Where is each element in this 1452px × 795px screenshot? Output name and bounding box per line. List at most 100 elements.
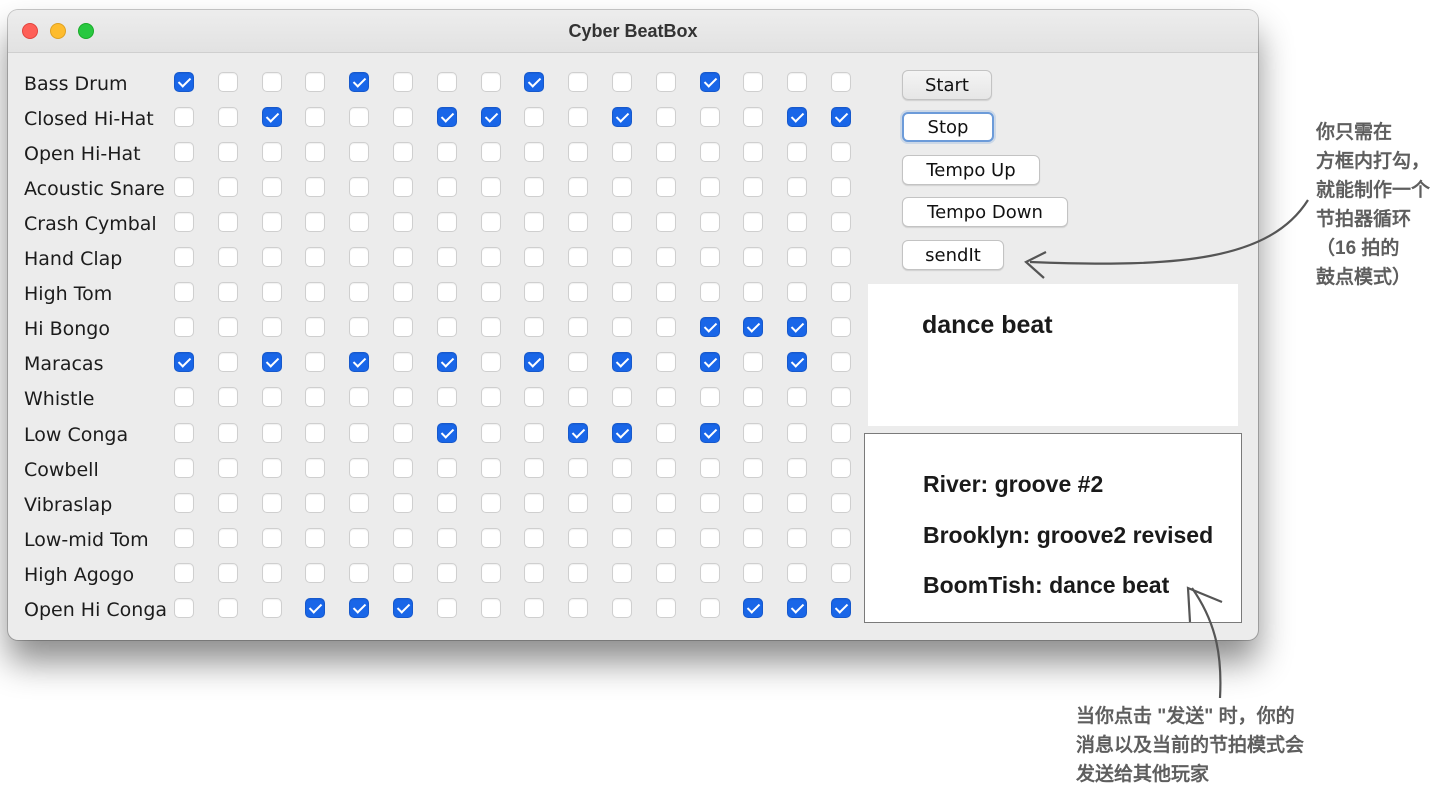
beat-checkbox[interactable]: [393, 422, 413, 443]
beat-checkbox[interactable]: [524, 387, 545, 408]
beat-checkbox[interactable]: [305, 527, 326, 548]
beat-checkbox[interactable]: [743, 492, 764, 513]
beat-checkbox[interactable]: [217, 352, 238, 373]
beat-checkbox[interactable]: [699, 492, 720, 513]
beat-checkbox[interactable]: [612, 352, 632, 373]
beat-checkbox[interactable]: [393, 177, 413, 198]
beat-checkbox[interactable]: [261, 387, 282, 408]
beat-checkbox[interactable]: [305, 247, 326, 268]
beat-checkbox[interactable]: [261, 457, 282, 478]
beat-checkbox[interactable]: [524, 317, 545, 338]
beat-checkbox[interactable]: [743, 597, 764, 618]
beat-checkbox[interactable]: [393, 457, 413, 478]
beat-checkbox[interactable]: [612, 107, 632, 128]
beat-checkbox[interactable]: [568, 422, 589, 443]
beat-checkbox[interactable]: [261, 177, 282, 198]
beat-checkbox[interactable]: [217, 142, 238, 163]
beat-checkbox[interactable]: [174, 247, 194, 268]
beat-checkbox[interactable]: [787, 72, 808, 92]
beat-checkbox[interactable]: [393, 597, 413, 618]
beat-checkbox[interactable]: [261, 212, 282, 233]
beat-checkbox[interactable]: [349, 72, 370, 92]
beat-checkbox[interactable]: [568, 177, 589, 198]
beat-checkbox[interactable]: [787, 457, 808, 478]
beat-checkbox[interactable]: [568, 107, 589, 128]
beat-checkbox[interactable]: [174, 317, 194, 338]
beat-checkbox[interactable]: [261, 562, 282, 583]
beat-checkbox[interactable]: [174, 142, 194, 163]
beat-checkbox[interactable]: [568, 562, 589, 583]
beat-checkbox[interactable]: [217, 597, 238, 618]
beat-checkbox[interactable]: [655, 282, 676, 303]
start-button[interactable]: Start: [902, 70, 992, 100]
beat-checkbox[interactable]: [655, 107, 676, 128]
beat-checkbox[interactable]: [787, 352, 808, 373]
beat-checkbox[interactable]: [655, 142, 676, 163]
beat-checkbox[interactable]: [217, 247, 238, 268]
beat-checkbox[interactable]: [436, 457, 457, 478]
beat-checkbox[interactable]: [612, 457, 632, 478]
beat-checkbox[interactable]: [787, 247, 808, 268]
beat-checkbox[interactable]: [743, 142, 764, 163]
beat-checkbox[interactable]: [261, 72, 282, 92]
beat-checkbox[interactable]: [831, 247, 851, 268]
beat-checkbox[interactable]: [699, 597, 720, 618]
beat-checkbox[interactable]: [524, 352, 545, 373]
beat-checkbox[interactable]: [655, 317, 676, 338]
beat-checkbox[interactable]: [261, 492, 282, 513]
beat-checkbox[interactable]: [524, 72, 545, 92]
beat-checkbox[interactable]: [524, 492, 545, 513]
beat-checkbox[interactable]: [436, 352, 457, 373]
beat-checkbox[interactable]: [743, 107, 764, 128]
beat-checkbox[interactable]: [305, 457, 326, 478]
beat-checkbox[interactable]: [699, 142, 720, 163]
beat-checkbox[interactable]: [787, 212, 808, 233]
beat-checkbox[interactable]: [261, 142, 282, 163]
beat-checkbox[interactable]: [436, 282, 457, 303]
tempo-up-button[interactable]: Tempo Up: [902, 155, 1040, 185]
beat-checkbox[interactable]: [174, 422, 194, 443]
beat-checkbox[interactable]: [305, 422, 326, 443]
beat-checkbox[interactable]: [787, 492, 808, 513]
beat-checkbox[interactable]: [655, 562, 676, 583]
beat-checkbox[interactable]: [305, 352, 326, 373]
message-input[interactable]: dance beat: [868, 284, 1238, 426]
beat-checkbox[interactable]: [787, 387, 808, 408]
beat-checkbox[interactable]: [480, 387, 501, 408]
beat-checkbox[interactable]: [349, 212, 370, 233]
stop-button[interactable]: Stop: [902, 112, 994, 142]
beat-checkbox[interactable]: [305, 107, 326, 128]
beat-checkbox[interactable]: [261, 317, 282, 338]
beat-checkbox[interactable]: [349, 562, 370, 583]
beat-checkbox[interactable]: [787, 282, 808, 303]
beat-checkbox[interactable]: [831, 562, 851, 583]
beat-checkbox[interactable]: [480, 247, 501, 268]
list-item[interactable]: BoomTish: dance beat: [923, 572, 1169, 599]
beat-checkbox[interactable]: [787, 177, 808, 198]
beat-checkbox[interactable]: [349, 107, 370, 128]
beat-checkbox[interactable]: [743, 177, 764, 198]
beat-checkbox[interactable]: [480, 72, 501, 92]
beat-checkbox[interactable]: [524, 212, 545, 233]
beat-checkbox[interactable]: [349, 352, 370, 373]
beat-checkbox[interactable]: [568, 492, 589, 513]
beat-checkbox[interactable]: [261, 527, 282, 548]
beat-checkbox[interactable]: [349, 177, 370, 198]
beat-checkbox[interactable]: [524, 422, 545, 443]
beat-checkbox[interactable]: [831, 72, 851, 92]
beat-checkbox[interactable]: [787, 597, 808, 618]
beat-checkbox[interactable]: [655, 492, 676, 513]
beat-checkbox[interactable]: [699, 527, 720, 548]
beat-checkbox[interactable]: [612, 387, 632, 408]
beat-checkbox[interactable]: [831, 457, 851, 478]
beat-checkbox[interactable]: [831, 527, 851, 548]
beat-checkbox[interactable]: [261, 597, 282, 618]
beat-checkbox[interactable]: [217, 492, 238, 513]
beat-checkbox[interactable]: [436, 597, 457, 618]
beat-checkbox[interactable]: [787, 422, 808, 443]
beat-checkbox[interactable]: [393, 562, 413, 583]
tempo-down-button[interactable]: Tempo Down: [902, 197, 1068, 227]
beat-checkbox[interactable]: [349, 527, 370, 548]
beat-checkbox[interactable]: [524, 527, 545, 548]
beat-checkbox[interactable]: [480, 177, 501, 198]
